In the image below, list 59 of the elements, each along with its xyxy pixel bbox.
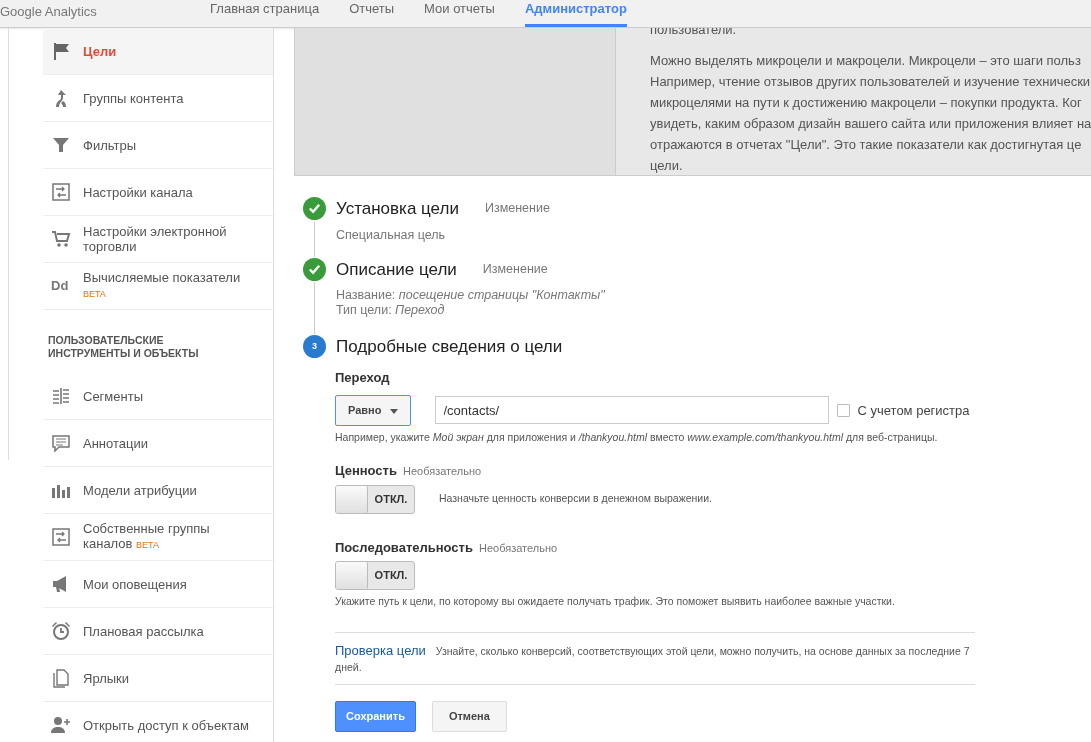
letters-icon: Dd <box>51 276 71 296</box>
sidebar-item[interactable]: Аннотации <box>43 420 273 468</box>
item-label: Вычисляемые показатели BETA <box>83 270 242 301</box>
alarm-clock-icon <box>51 621 71 642</box>
logo-text[interactable]: Google Analytics <box>0 1 180 27</box>
step-detail: Специальная цель <box>336 227 447 243</box>
sidebar-item[interactable]: Модели атрибуции <box>43 467 273 515</box>
step-detail: Название: посещение страницы "Контакты" <box>336 288 606 303</box>
checkbox-label: С учетом регистра <box>857 401 970 420</box>
item-label: Собственные группы каналов BETA <box>83 521 211 554</box>
sidebar-item[interactable]: Группы контента <box>43 75 273 122</box>
field-label: Переход <box>335 368 391 387</box>
verify-text: Проверка цели Узнайте, сколько конверсий, соответствующих этой цели, можно получить, на основе данных за последние 7 дней. <box>335 643 971 675</box>
verify-link[interactable]: Проверка цели <box>335 643 426 658</box>
hint-text: Например, укажите Мой экран для приложения и /thankyou.html вместо www.example.com/thankyou.html для веб-страницы. <box>335 429 939 445</box>
arrows-box-icon <box>51 527 71 548</box>
filter-icon <box>51 135 71 155</box>
section-heading: ПОЛЬЗОВАТЕЛЬСКИЕ ИНСТРУМЕНТЫ И ОБЪЕКТЫ <box>47 333 200 361</box>
sidebar-item[interactable]: Плановая рассылка <box>43 608 273 656</box>
flag-icon <box>51 41 71 61</box>
toggle-switch[interactable]: ОТКЛ. <box>335 561 415 591</box>
sidebar-item[interactable]: Ярлыки <box>43 655 273 703</box>
description-text: Назначьте ценность конверсии в денежном выражении. <box>439 491 712 507</box>
step-number: 3 <box>303 335 326 359</box>
sidebar-item[interactable]: Фильтры <box>43 122 273 169</box>
sidebar-item[interactable]: Настройки электронной торговли <box>43 216 273 263</box>
field-label: Ценность <box>335 462 397 481</box>
match-dropdown[interactable]: Равно <box>335 395 411 426</box>
add-person-icon <box>51 715 71 736</box>
sidebar-item[interactable]: Цели <box>43 28 273 75</box>
toggle-switch[interactable]: ОТКЛ. <box>335 484 415 514</box>
field-label: Последовательность <box>335 538 473 557</box>
sidebar-item[interactable]: Настройки канала <box>43 169 273 216</box>
optional-label: Необязательно <box>478 540 558 556</box>
segments-icon <box>51 386 71 407</box>
pages-icon <box>51 668 71 689</box>
checkbox[interactable] <box>836 403 850 417</box>
step-title: Описание цели <box>336 258 457 281</box>
comment-icon <box>51 433 71 454</box>
step-title: Подробные сведения о цели <box>336 336 563 358</box>
nav-tab[interactable]: Главная страница <box>210 0 320 27</box>
cart-icon <box>51 229 71 249</box>
step-title: Установка цели <box>336 198 459 220</box>
cancel-button[interactable]: Отмена <box>431 701 507 732</box>
caret-icon <box>389 408 398 414</box>
sidebar-item[interactable]: Сегменты <box>43 373 273 421</box>
description-text: Укажите путь к цели, по которому вы ожидаете получать трафик. Это поможет выявить наиболее важные участки. <box>335 594 896 610</box>
url-field[interactable]: /contacts/ <box>434 396 829 425</box>
sidebar-item[interactable]: Мои оповещения <box>43 561 273 609</box>
edit-link[interactable]: Изменение <box>484 199 550 219</box>
arrows-box-icon <box>51 182 71 202</box>
sidebar-item[interactable]: Собственные группы каналов BETA <box>43 514 273 562</box>
nav-tab[interactable]: Мои отчеты <box>424 0 495 27</box>
nav-tab[interactable]: Отчеты <box>349 0 395 27</box>
sidebar-item[interactable]: Dd Вычисляемые показатели BETA <box>43 263 273 310</box>
step-detail: Тип цели: Переход <box>336 303 446 318</box>
sidebar-item[interactable]: Открыть доступ к объектам <box>43 702 273 742</box>
edit-link[interactable]: Изменение <box>482 259 548 279</box>
optional-label: Необязательно <box>402 464 482 480</box>
